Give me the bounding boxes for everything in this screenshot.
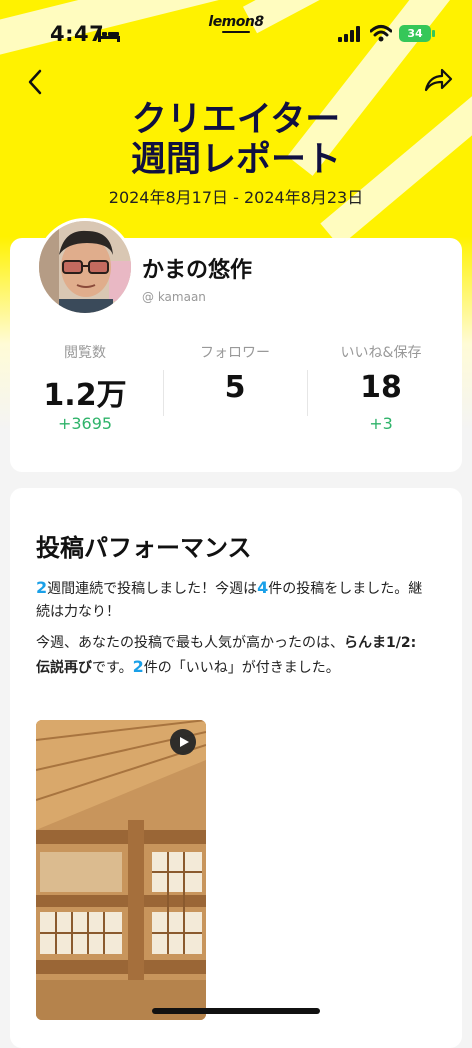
report-date-range: 2024年8月17日 - 2024年8月23日 bbox=[108, 188, 364, 207]
battery-indicator: 34 bbox=[399, 25, 431, 42]
profile-handle: @ kamaan bbox=[142, 290, 206, 304]
stat-value: 18 bbox=[360, 370, 402, 405]
wifi-icon bbox=[370, 25, 392, 42]
stat-likes-saves: いいね&保存 18 +3 bbox=[306, 342, 456, 434]
status-bar: 4:47 lemon8 34 bbox=[0, 0, 472, 70]
highlight-number: 4 bbox=[257, 578, 269, 597]
post-thumbnail-image bbox=[36, 720, 206, 1020]
performance-summary: 2週間連続で投稿しました！今週は4件の投稿をしました。継続は力なり！ bbox=[36, 576, 432, 624]
stat-delta: +3 bbox=[369, 414, 393, 433]
avatar-photo bbox=[39, 221, 131, 313]
profile-card: かまの悠作 @ kamaan 閲覧数 1.2万 +3695 フォロワー 5 いい… bbox=[10, 218, 462, 472]
share-arrow-icon[interactable] bbox=[422, 66, 454, 94]
post-performance-card: 投稿パフォーマンス 2週間連続で投稿しました！今週は4件の投稿をしました。継続は… bbox=[10, 488, 462, 1048]
stat-followers: フォロワー 5 bbox=[160, 342, 310, 434]
summary-text: 週間連続で投稿しました！今週は bbox=[47, 581, 258, 597]
highlight-number: 2 bbox=[36, 578, 48, 597]
chevron-left-icon[interactable] bbox=[24, 68, 46, 96]
page-title: クリエイター 週間レポート bbox=[0, 100, 472, 180]
stat-delta: +3695 bbox=[57, 414, 113, 433]
stat-label: いいね&保存 bbox=[340, 345, 422, 361]
bed-icon bbox=[98, 30, 120, 42]
page-title-line1: クリエイター bbox=[131, 100, 341, 140]
home-indicator[interactable] bbox=[152, 1008, 320, 1014]
section-title: 投稿パフォーマンス bbox=[36, 534, 252, 562]
battery-tip bbox=[432, 30, 435, 37]
stat-value: 5 bbox=[224, 370, 246, 405]
stat-label: 閲覧数 bbox=[64, 345, 106, 361]
stat-views: 閲覧数 1.2万 +3695 bbox=[10, 342, 160, 434]
app-logo-underline bbox=[222, 31, 250, 33]
stat-label: フォロワー bbox=[200, 345, 270, 361]
play-icon[interactable] bbox=[170, 729, 196, 755]
cellular-signal-icon bbox=[338, 26, 360, 42]
profile-name: かまの悠作 bbox=[142, 258, 253, 283]
top-post-summary: 今週、あなたの投稿で最も人気が高かったのは、らんま1/2: 伝説再びです。2件の… bbox=[36, 632, 432, 680]
stat-value: 1.2万 bbox=[43, 378, 127, 413]
avatar[interactable] bbox=[36, 218, 134, 316]
highlight-number: 2 bbox=[132, 657, 144, 676]
stat-delta bbox=[160, 414, 310, 434]
post-thumbnail[interactable] bbox=[36, 720, 206, 1020]
summary-text: です。 bbox=[92, 660, 133, 676]
page-title-line2: 週間レポート bbox=[130, 140, 341, 180]
summary-text: 件の「いいね」が付きました。 bbox=[143, 660, 340, 676]
summary-text: 今週、あなたの投稿で最も人気が高かったのは、 bbox=[36, 635, 344, 651]
